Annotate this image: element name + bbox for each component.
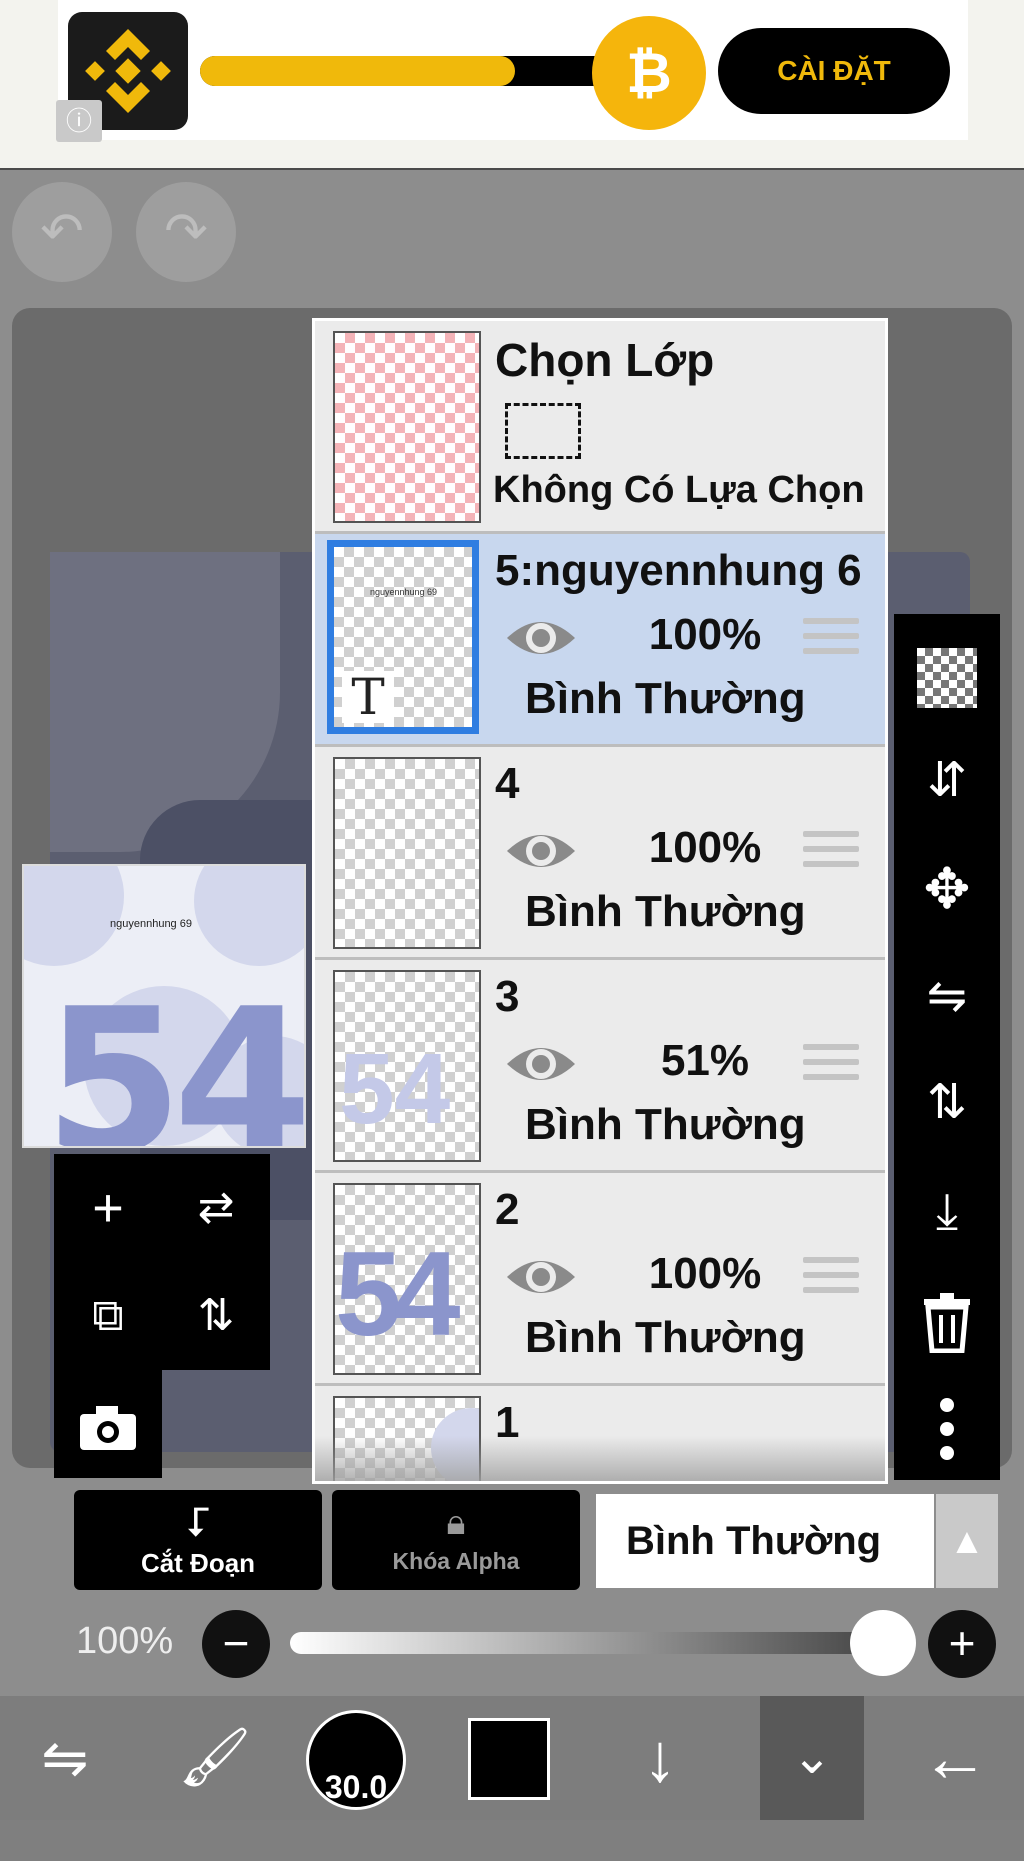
- ad-progress-track: [200, 56, 620, 86]
- add-layer-icon[interactable]: +: [54, 1154, 162, 1262]
- back-arrow-icon[interactable]: ←: [900, 1696, 1010, 1820]
- layer-opacity[interactable]: 100%: [615, 1249, 795, 1299]
- flip-vertical-icon[interactable]: ⇅: [894, 1050, 1000, 1156]
- alpha-lock-button[interactable]: 🔒︎ Khóa Alpha: [332, 1490, 580, 1590]
- left-tool-panel-camera: [54, 1370, 162, 1478]
- opacity-value: 100%: [76, 1620, 174, 1662]
- layer-blend-mode[interactable]: Bình Thường: [525, 1100, 806, 1150]
- layer-blend-mode[interactable]: Bình Thường: [525, 674, 806, 724]
- layer-row[interactable]: 54 2 100% Bình Thường: [315, 1173, 885, 1386]
- right-tool-panel: ⇵ ✥ ⇋ ⇅ ⤓: [894, 614, 1000, 1480]
- arrow-down-icon[interactable]: ↓: [610, 1696, 710, 1820]
- color-swatch[interactable]: [468, 1718, 550, 1800]
- layer-blend-mode[interactable]: Bình Thường: [525, 1313, 806, 1363]
- lock-icon: 🔒︎: [446, 1501, 466, 1542]
- layers-panel: Chọn Lớp Không Có Lựa Chọn nguyennhung 6…: [312, 318, 888, 1484]
- layer-name: 2: [495, 1185, 520, 1234]
- layer-name: 3: [495, 972, 520, 1021]
- visibility-eye-icon[interactable]: [505, 1251, 577, 1303]
- drag-handle-icon[interactable]: [803, 831, 859, 875]
- expand-menu-button[interactable]: ⌄: [760, 1696, 864, 1820]
- ad-banner[interactable]: ⓘ ₿ CÀI ĐẶT: [0, 0, 1024, 171]
- flip-layer-vertical-icon[interactable]: ⇅: [162, 1262, 270, 1370]
- layer-row[interactable]: 1: [315, 1386, 885, 1481]
- preview-watermark: nguyennhung 69: [110, 918, 192, 930]
- layer-name: 4: [495, 759, 520, 808]
- layer-thumbnail: 54: [333, 970, 481, 1162]
- flip-layer-horizontal-icon[interactable]: ⇄: [162, 1154, 270, 1262]
- merge-down-icon[interactable]: ⤓: [894, 1158, 1000, 1264]
- layer-opacity[interactable]: 100%: [615, 610, 795, 660]
- layer-thumbnail: [333, 757, 481, 949]
- selection-layer-title: Chọn Lớp: [495, 334, 715, 386]
- drag-handle-icon[interactable]: [803, 1044, 859, 1088]
- undo-icon: ↶: [40, 203, 84, 261]
- ad-progress-fill: [200, 56, 515, 86]
- layer-row[interactable]: nguyennhung 69 T 5:nguyennhung 6 100% Bì…: [315, 534, 885, 747]
- layer-opacity[interactable]: 51%: [615, 1036, 795, 1086]
- opacity-decrease-button[interactable]: −: [202, 1610, 270, 1678]
- camera-icon[interactable]: [54, 1370, 162, 1478]
- delete-icon[interactable]: [894, 1266, 1000, 1372]
- install-button[interactable]: CÀI ĐẶT: [718, 28, 950, 114]
- preview-number: 54: [44, 966, 304, 1148]
- blend-mode-select[interactable]: Bình Thường: [596, 1494, 934, 1588]
- chevron-up-icon[interactable]: ▲: [936, 1494, 998, 1588]
- plus-icon: +: [948, 1617, 976, 1669]
- canvas-preview[interactable]: nguyennhung 69 54: [22, 864, 306, 1148]
- layer-opacity[interactable]: 100%: [615, 823, 795, 873]
- drag-handle-icon[interactable]: [803, 1257, 859, 1301]
- visibility-eye-icon[interactable]: [505, 612, 577, 664]
- selection-thumbnail: [333, 331, 481, 523]
- opacity-slider-knob[interactable]: [850, 1610, 916, 1676]
- layer-row[interactable]: 4 100% Bình Thường: [315, 747, 885, 960]
- layer-row[interactable]: 54 3 51% Bình Thường: [315, 960, 885, 1173]
- bitcoin-icon: ₿: [592, 16, 706, 130]
- alpha-lock-label: Khóa Alpha: [392, 1548, 520, 1574]
- flip-horizontal-icon[interactable]: ⇋: [894, 944, 1000, 1050]
- thumbnail-art: 54: [335, 1227, 461, 1361]
- left-tool-panel: + ⇄ ⧉ ⇅: [54, 1154, 270, 1370]
- visibility-eye-icon[interactable]: [505, 1038, 577, 1090]
- transparent-bg-icon[interactable]: [894, 622, 1000, 728]
- layer-thumbnail: 54: [333, 1183, 481, 1375]
- clipping-button[interactable]: ⮦ Cắt Đoạn: [74, 1490, 322, 1590]
- drag-handle-icon[interactable]: [803, 618, 859, 662]
- clipping-label: Cắt Đoạn: [140, 1548, 256, 1578]
- opacity-increase-button[interactable]: +: [928, 1610, 996, 1678]
- layer-thumbnail: nguyennhung 69 T: [327, 540, 479, 734]
- redo-button[interactable]: ↷: [136, 182, 236, 282]
- layer-blend-mode[interactable]: Bình Thường: [525, 887, 806, 937]
- scroll-fade: [315, 1436, 885, 1481]
- clipping-arrow-icon: ⮦: [186, 1500, 210, 1544]
- tool-switch-icon[interactable]: ⇋: [10, 1696, 120, 1820]
- brush-icon[interactable]: 🖌︎: [160, 1696, 270, 1820]
- swap-layers-icon[interactable]: ⇵: [894, 728, 1000, 834]
- move-icon[interactable]: ✥: [894, 836, 1000, 942]
- selection-layer-row[interactable]: Chọn Lớp Không Có Lựa Chọn: [315, 321, 885, 534]
- preview-circle: [24, 866, 124, 966]
- selection-marquee-icon: [505, 403, 581, 459]
- opacity-slider-track[interactable]: [290, 1632, 910, 1654]
- thumbnail-text: nguyennhung 69: [370, 587, 438, 597]
- info-icon[interactable]: ⓘ: [56, 100, 102, 142]
- selection-status: Không Có Lựa Chọn: [493, 469, 865, 511]
- preview-circle: [194, 866, 304, 966]
- brush-size-button[interactable]: 30.0: [306, 1710, 406, 1810]
- bottom-toolbar: ⇋ 🖌︎ 30.0 ↓ ⌄ ←: [0, 1696, 1024, 1820]
- add-copy-layer-icon[interactable]: ⧉: [54, 1262, 162, 1370]
- undo-button[interactable]: ↶: [12, 182, 112, 282]
- layer-name: 5:nguyennhung 6: [495, 546, 862, 595]
- visibility-eye-icon[interactable]: [505, 825, 577, 877]
- thumbnail-art: 54: [339, 1033, 451, 1145]
- text-layer-icon: T: [342, 671, 394, 723]
- redo-icon: ↷: [164, 203, 208, 261]
- double-chevron-down-icon: ⌄: [791, 1731, 833, 1784]
- minus-icon: −: [222, 1617, 250, 1669]
- more-options-icon[interactable]: [894, 1372, 1000, 1478]
